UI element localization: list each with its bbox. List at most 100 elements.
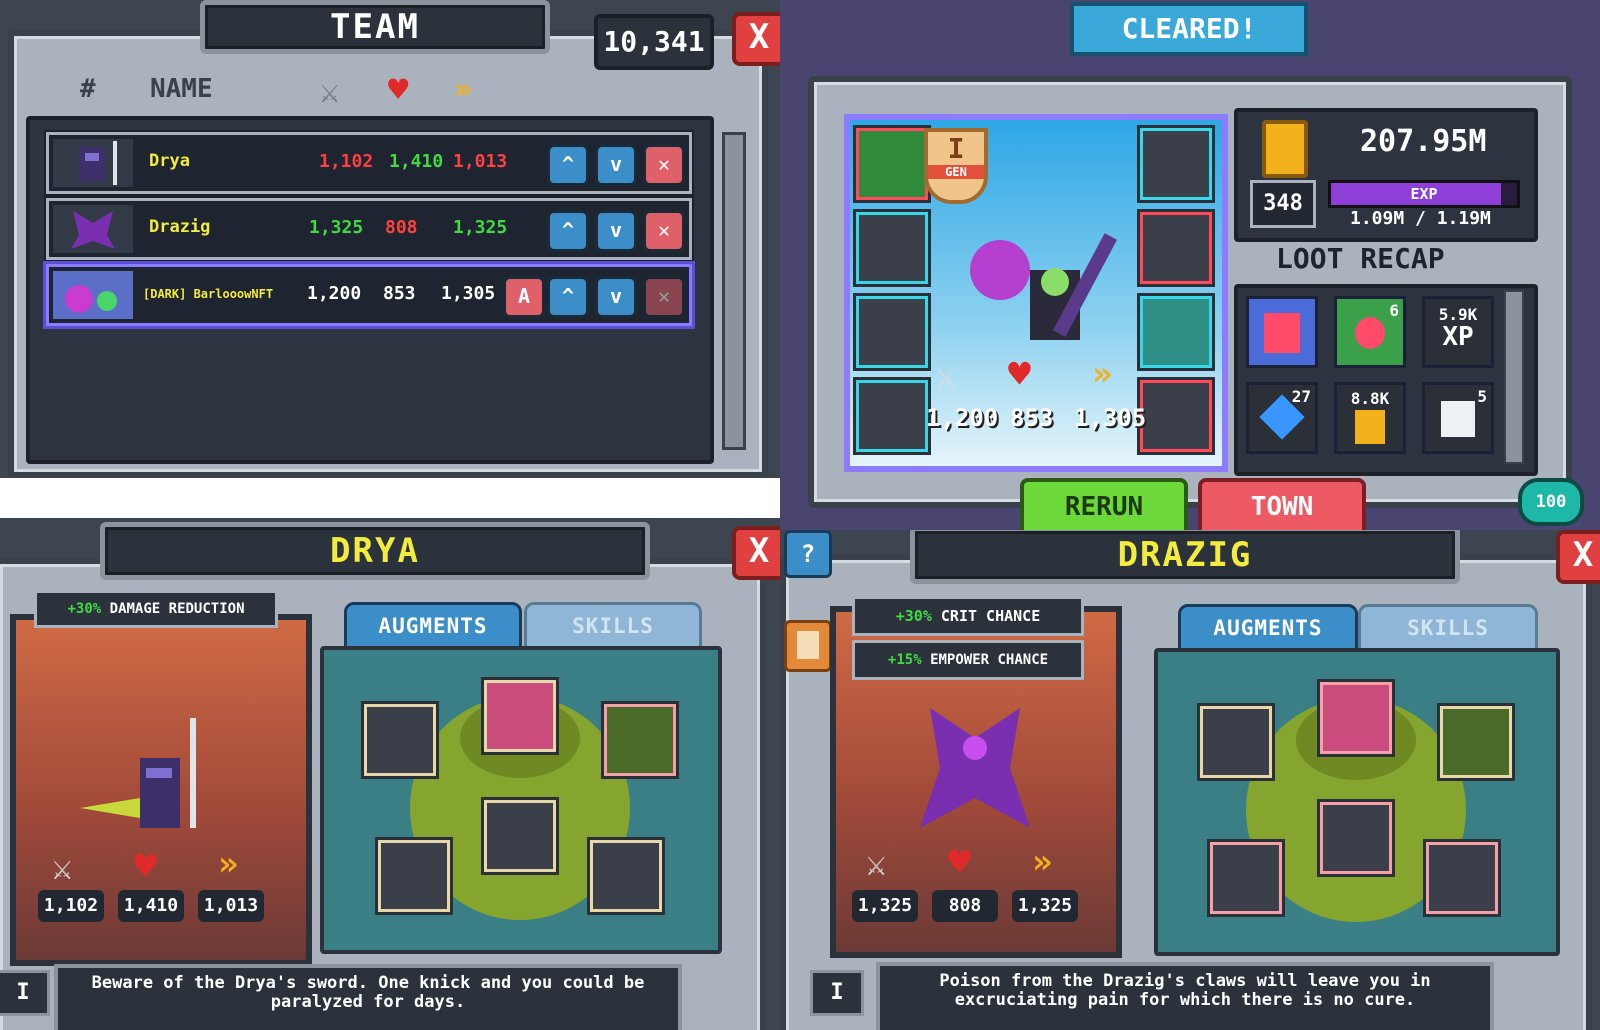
team-header-name: NAME bbox=[150, 74, 213, 104]
town-button[interactable]: TOWN bbox=[1198, 478, 1366, 530]
heart-icon: ♥ bbox=[1008, 352, 1031, 396]
augment-slot[interactable] bbox=[604, 704, 676, 776]
remove-button[interactable]: ✕ bbox=[643, 210, 685, 252]
loot-count: 27 bbox=[1291, 387, 1311, 406]
augment-slot[interactable] bbox=[1320, 802, 1392, 874]
augment-slot[interactable] bbox=[1210, 842, 1282, 914]
move-up-button[interactable]: ^ bbox=[547, 144, 589, 186]
scroll-icon bbox=[1441, 401, 1475, 437]
augment-slot[interactable] bbox=[590, 840, 662, 912]
tab-skills[interactable]: SKILLS bbox=[1358, 604, 1538, 652]
cleared-banner: CLEARED! bbox=[1070, 2, 1308, 56]
drya-close-button[interactable]: X bbox=[732, 526, 780, 580]
team-row-atk: 1,200 bbox=[307, 283, 362, 304]
heart-icon: ♥ bbox=[948, 840, 971, 884]
potion-flask-icon bbox=[1355, 317, 1385, 349]
drya-panel: DRYA X +30% DAMAGE REDUCTION ⚔ ♥ » 1,102… bbox=[0, 518, 780, 1030]
equip-slot-pet[interactable] bbox=[1140, 380, 1212, 452]
move-up-button[interactable]: ^ bbox=[547, 210, 589, 252]
remove-button[interactable]: ✕ bbox=[643, 144, 685, 186]
sword-icon: ⚔ bbox=[320, 72, 340, 110]
rerun-button[interactable]: RERUN bbox=[1020, 478, 1188, 530]
augment-slot[interactable] bbox=[1426, 842, 1498, 914]
hero-spd: 1,305 bbox=[1074, 404, 1147, 432]
auto-button[interactable]: A bbox=[503, 276, 545, 318]
team-row-spd: 1,013 bbox=[453, 151, 508, 172]
team-row-hp: 853 bbox=[383, 283, 416, 304]
equip-slot-legs[interactable] bbox=[856, 380, 928, 452]
augment-slot[interactable] bbox=[1440, 706, 1512, 778]
augment-slot[interactable] bbox=[364, 704, 436, 776]
drya-spd: 1,013 bbox=[198, 890, 264, 922]
energy-badge[interactable]: 100 bbox=[1518, 478, 1584, 526]
move-down-button[interactable]: v bbox=[595, 210, 637, 252]
team-row-atk: 1,325 bbox=[309, 217, 364, 238]
hero-hp: 853 bbox=[1010, 404, 1054, 432]
drazig-description: Poison from the Drazig's claws will leav… bbox=[876, 962, 1494, 1030]
tab-skills[interactable]: SKILLS bbox=[524, 602, 702, 650]
drya-atk: 1,102 bbox=[38, 890, 104, 922]
speed-icon: » bbox=[1032, 842, 1053, 882]
team-scrollbar[interactable] bbox=[722, 132, 746, 450]
drya-portrait bbox=[53, 139, 133, 187]
help-button[interactable]: ? bbox=[784, 530, 832, 578]
loot-item[interactable]: 5.9K XP bbox=[1422, 296, 1494, 368]
cleared-panel: CLEARED! I GEN ⚔ ♥ » 1,200 853 1,305 207… bbox=[780, 0, 1600, 530]
team-row-name: Drazig bbox=[149, 217, 211, 237]
augment-slot[interactable] bbox=[378, 840, 450, 912]
scroll-button[interactable] bbox=[784, 620, 832, 672]
sword-icon: ⚔ bbox=[52, 848, 73, 888]
move-up-button[interactable]: ^ bbox=[547, 276, 589, 318]
loot-item[interactable]: 27 bbox=[1246, 382, 1318, 454]
drazig-close-button[interactable]: X bbox=[1556, 530, 1600, 584]
equip-slot-ring[interactable] bbox=[1140, 128, 1212, 200]
team-row-barlooow[interactable]: [DARK] BarlooowNFT 1,200 853 1,305 A ^ v… bbox=[46, 264, 692, 326]
team-row-drazig[interactable]: Drazig 1,325 808 1,325 ^ v ✕ bbox=[46, 198, 692, 260]
loot-item[interactable]: 5 bbox=[1422, 382, 1494, 454]
move-down-button[interactable]: v bbox=[595, 144, 637, 186]
drya-bonus-text: DAMAGE REDUCTION bbox=[109, 601, 245, 617]
drya-title-text: DRYA bbox=[330, 531, 420, 571]
drazig-title-text: DRAZIG bbox=[1117, 535, 1253, 575]
gen-value: I bbox=[947, 132, 965, 165]
drya-bonus-value: +30% bbox=[67, 601, 102, 617]
gold-amount: 207.95M bbox=[1360, 124, 1487, 159]
equip-slot-head[interactable] bbox=[856, 212, 928, 284]
heart-icon: ♥ bbox=[134, 844, 157, 888]
augment-slot[interactable] bbox=[1320, 682, 1392, 754]
scroll-icon bbox=[797, 631, 819, 659]
drazig-bonus-1: +30% CRIT CHANCE bbox=[852, 596, 1084, 636]
drazig-bonus-2: +15% EMPOWER CHANCE bbox=[852, 640, 1084, 680]
tab-augments[interactable]: AUGMENTS bbox=[1178, 604, 1358, 652]
move-down-button[interactable]: v bbox=[595, 276, 637, 318]
equip-slot-body[interactable] bbox=[856, 296, 928, 368]
loot-item[interactable]: 6 bbox=[1334, 296, 1406, 368]
drazig-bonus-2-value: +15% bbox=[887, 652, 922, 668]
team-panel: TEAM 10,341 X # NAME ⚔ ♥ » Drya 1,102 1,… bbox=[0, 0, 780, 478]
speed-icon: » bbox=[1092, 354, 1113, 394]
team-row-drya[interactable]: Drya 1,102 1,410 1,013 ^ v ✕ bbox=[46, 132, 692, 194]
tab-augments[interactable]: AUGMENTS bbox=[344, 602, 522, 650]
team-close-button[interactable]: X bbox=[732, 12, 780, 66]
augment-slot[interactable] bbox=[1200, 706, 1272, 778]
drya-description: Beware of the Drya's sword. One knick an… bbox=[54, 964, 682, 1030]
augment-slot[interactable] bbox=[484, 800, 556, 872]
hero-sprite bbox=[960, 230, 1130, 374]
team-score: 10,341 bbox=[594, 14, 714, 70]
team-title: TEAM bbox=[200, 0, 550, 54]
equip-slot-cape[interactable] bbox=[1140, 296, 1212, 368]
loot-item[interactable] bbox=[1246, 296, 1318, 368]
remove-button[interactable]: ✕ bbox=[643, 276, 685, 318]
augment-slot[interactable] bbox=[484, 680, 556, 752]
equip-slot-amulet[interactable] bbox=[1140, 212, 1212, 284]
loot-count: 6 bbox=[1389, 301, 1399, 320]
drazig-spd: 1,325 bbox=[1012, 890, 1078, 922]
drazig-hp: 808 bbox=[932, 890, 998, 922]
loot-scrollbar[interactable] bbox=[1504, 290, 1524, 464]
loot-item[interactable]: 8.8K bbox=[1334, 382, 1406, 454]
equip-slot-weapon[interactable] bbox=[856, 128, 928, 200]
drya-level: I bbox=[0, 970, 50, 1016]
team-row-name: Drya bbox=[149, 151, 190, 171]
loot-title: LOOT RECAP bbox=[1276, 242, 1445, 275]
team-row-spd: 1,325 bbox=[453, 217, 508, 238]
